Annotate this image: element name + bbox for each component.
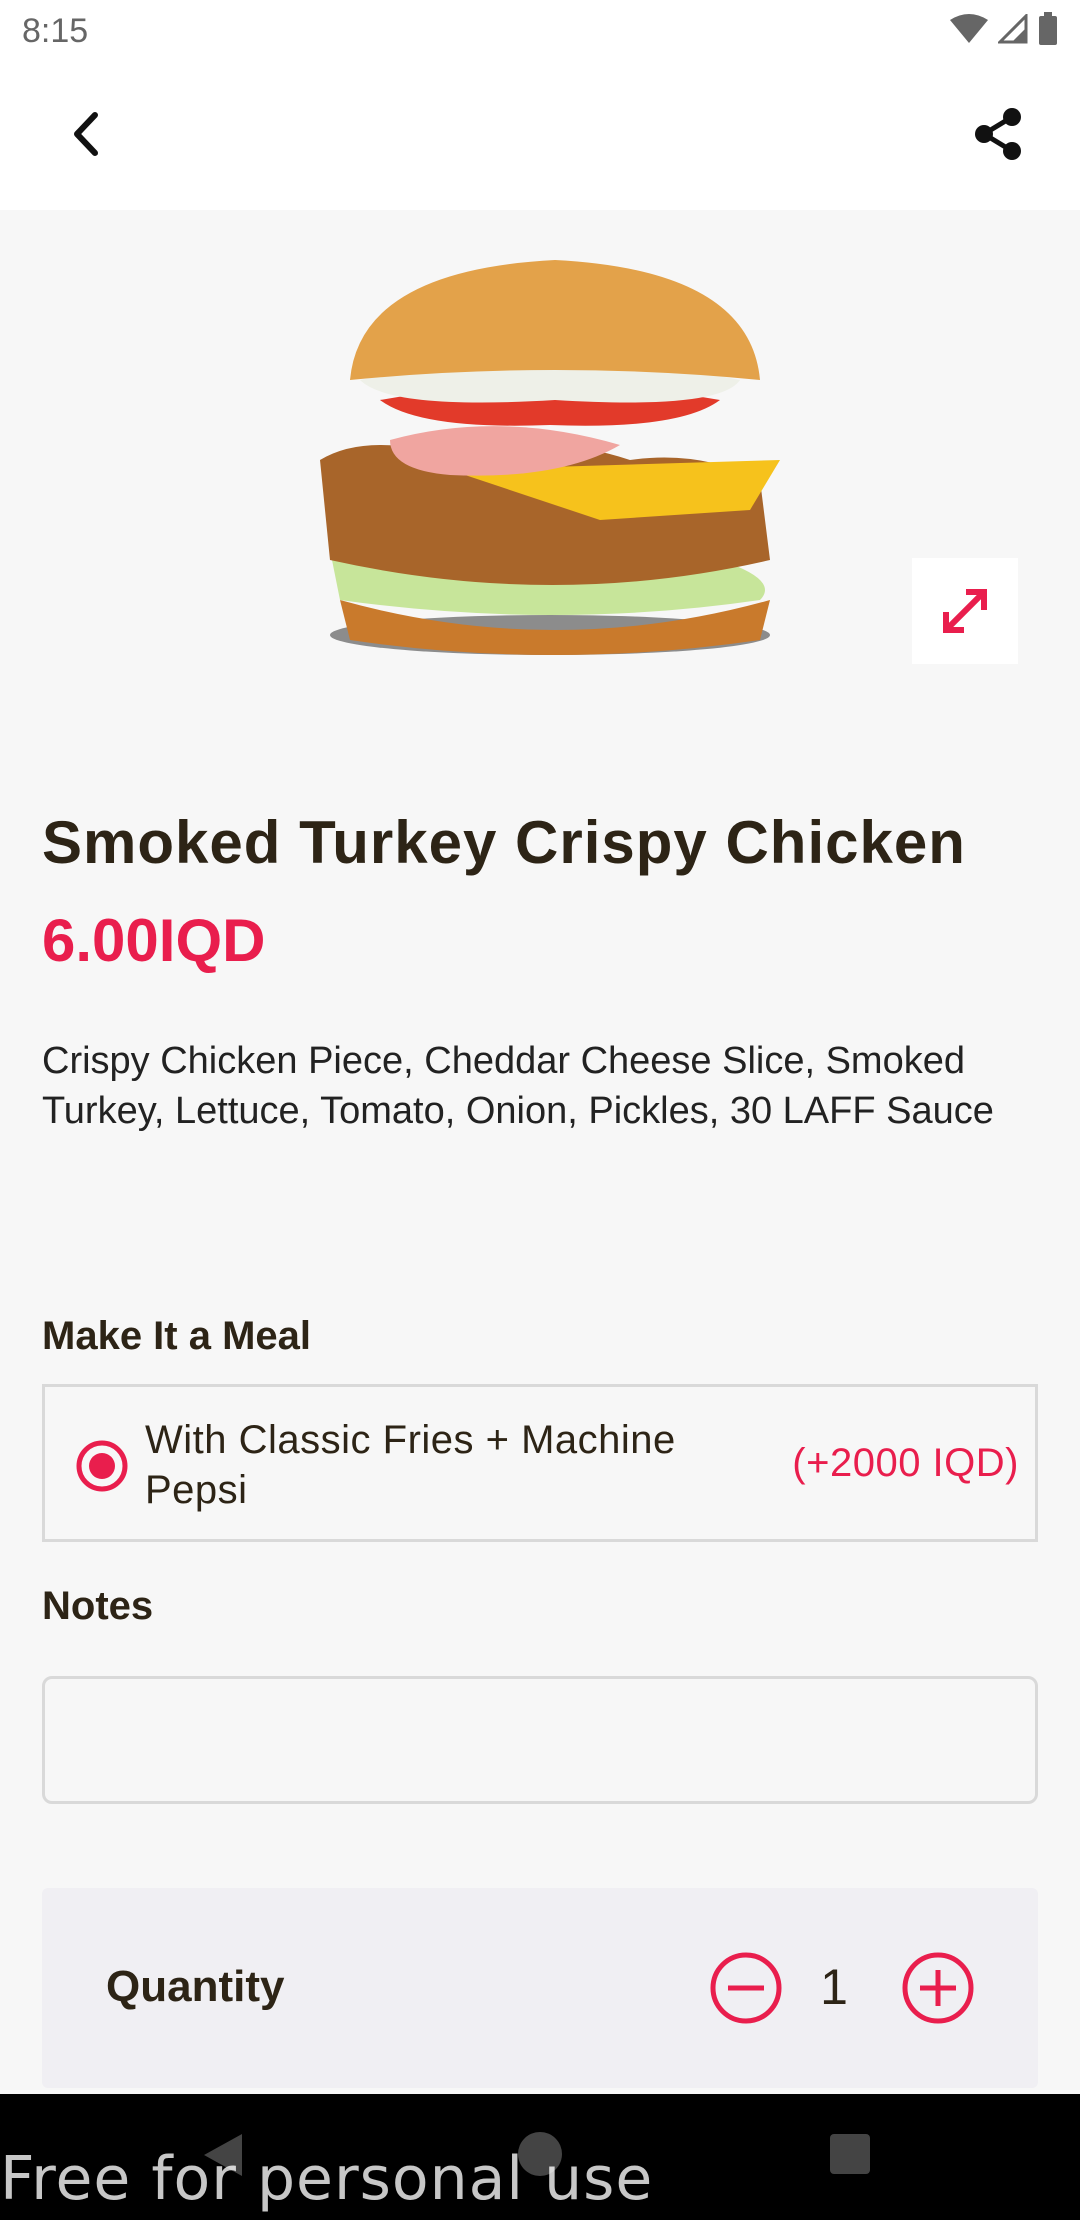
app-bar <box>0 64 1080 210</box>
back-button[interactable] <box>56 104 116 164</box>
meal-section-heading: Make It a Meal <box>42 1314 312 1358</box>
quantity-label: Quantity <box>106 1962 285 2011</box>
product-description: Crispy Chicken Piece, Cheddar Cheese Sli… <box>42 1040 994 1132</box>
plus-circle-icon[interactable] <box>900 1950 976 2026</box>
meal-option[interactable]: With Classic Fries + Machine Pepsi (+200… <box>42 1384 1038 1542</box>
status-bar: 8:15 <box>0 0 1080 64</box>
status-icons <box>950 12 1058 46</box>
signal-icon <box>998 14 1028 44</box>
battery-icon <box>1039 12 1057 45</box>
expand-image-button[interactable] <box>912 558 1018 664</box>
notes-heading: Notes <box>42 1584 154 1628</box>
status-time: 8:15 <box>22 12 89 50</box>
minus-circle-icon[interactable] <box>708 1950 784 2026</box>
meal-option-label: With Classic Fries + Machine Pepsi <box>145 1418 676 1512</box>
quantity-value: 1 <box>820 1959 848 2015</box>
radio-selected-icon[interactable] <box>75 1439 129 1493</box>
notes-input[interactable] <box>42 1676 1038 1804</box>
product-image <box>320 260 780 655</box>
chevron-left-icon <box>74 112 98 156</box>
share-button[interactable] <box>968 104 1028 164</box>
quantity-card: Quantity 1 <box>42 1888 1038 2088</box>
nav-recents-icon[interactable] <box>830 2134 870 2174</box>
product-title: Smoked Turkey Crispy Chicken <box>42 809 966 876</box>
meal-option-price: (+2000 IQD) <box>792 1441 1019 1485</box>
expand-icon <box>943 589 987 633</box>
watermark: Free for personal use <box>0 2144 654 2214</box>
wifi-icon <box>950 14 988 43</box>
product-detail-screen: 8:15 Smoked Turkey Crispy Chicken 6.00IQ… <box>0 0 1080 2220</box>
product-image-area <box>0 210 1080 750</box>
share-icon <box>975 108 1021 160</box>
product-price: 6.00IQD <box>42 907 266 974</box>
